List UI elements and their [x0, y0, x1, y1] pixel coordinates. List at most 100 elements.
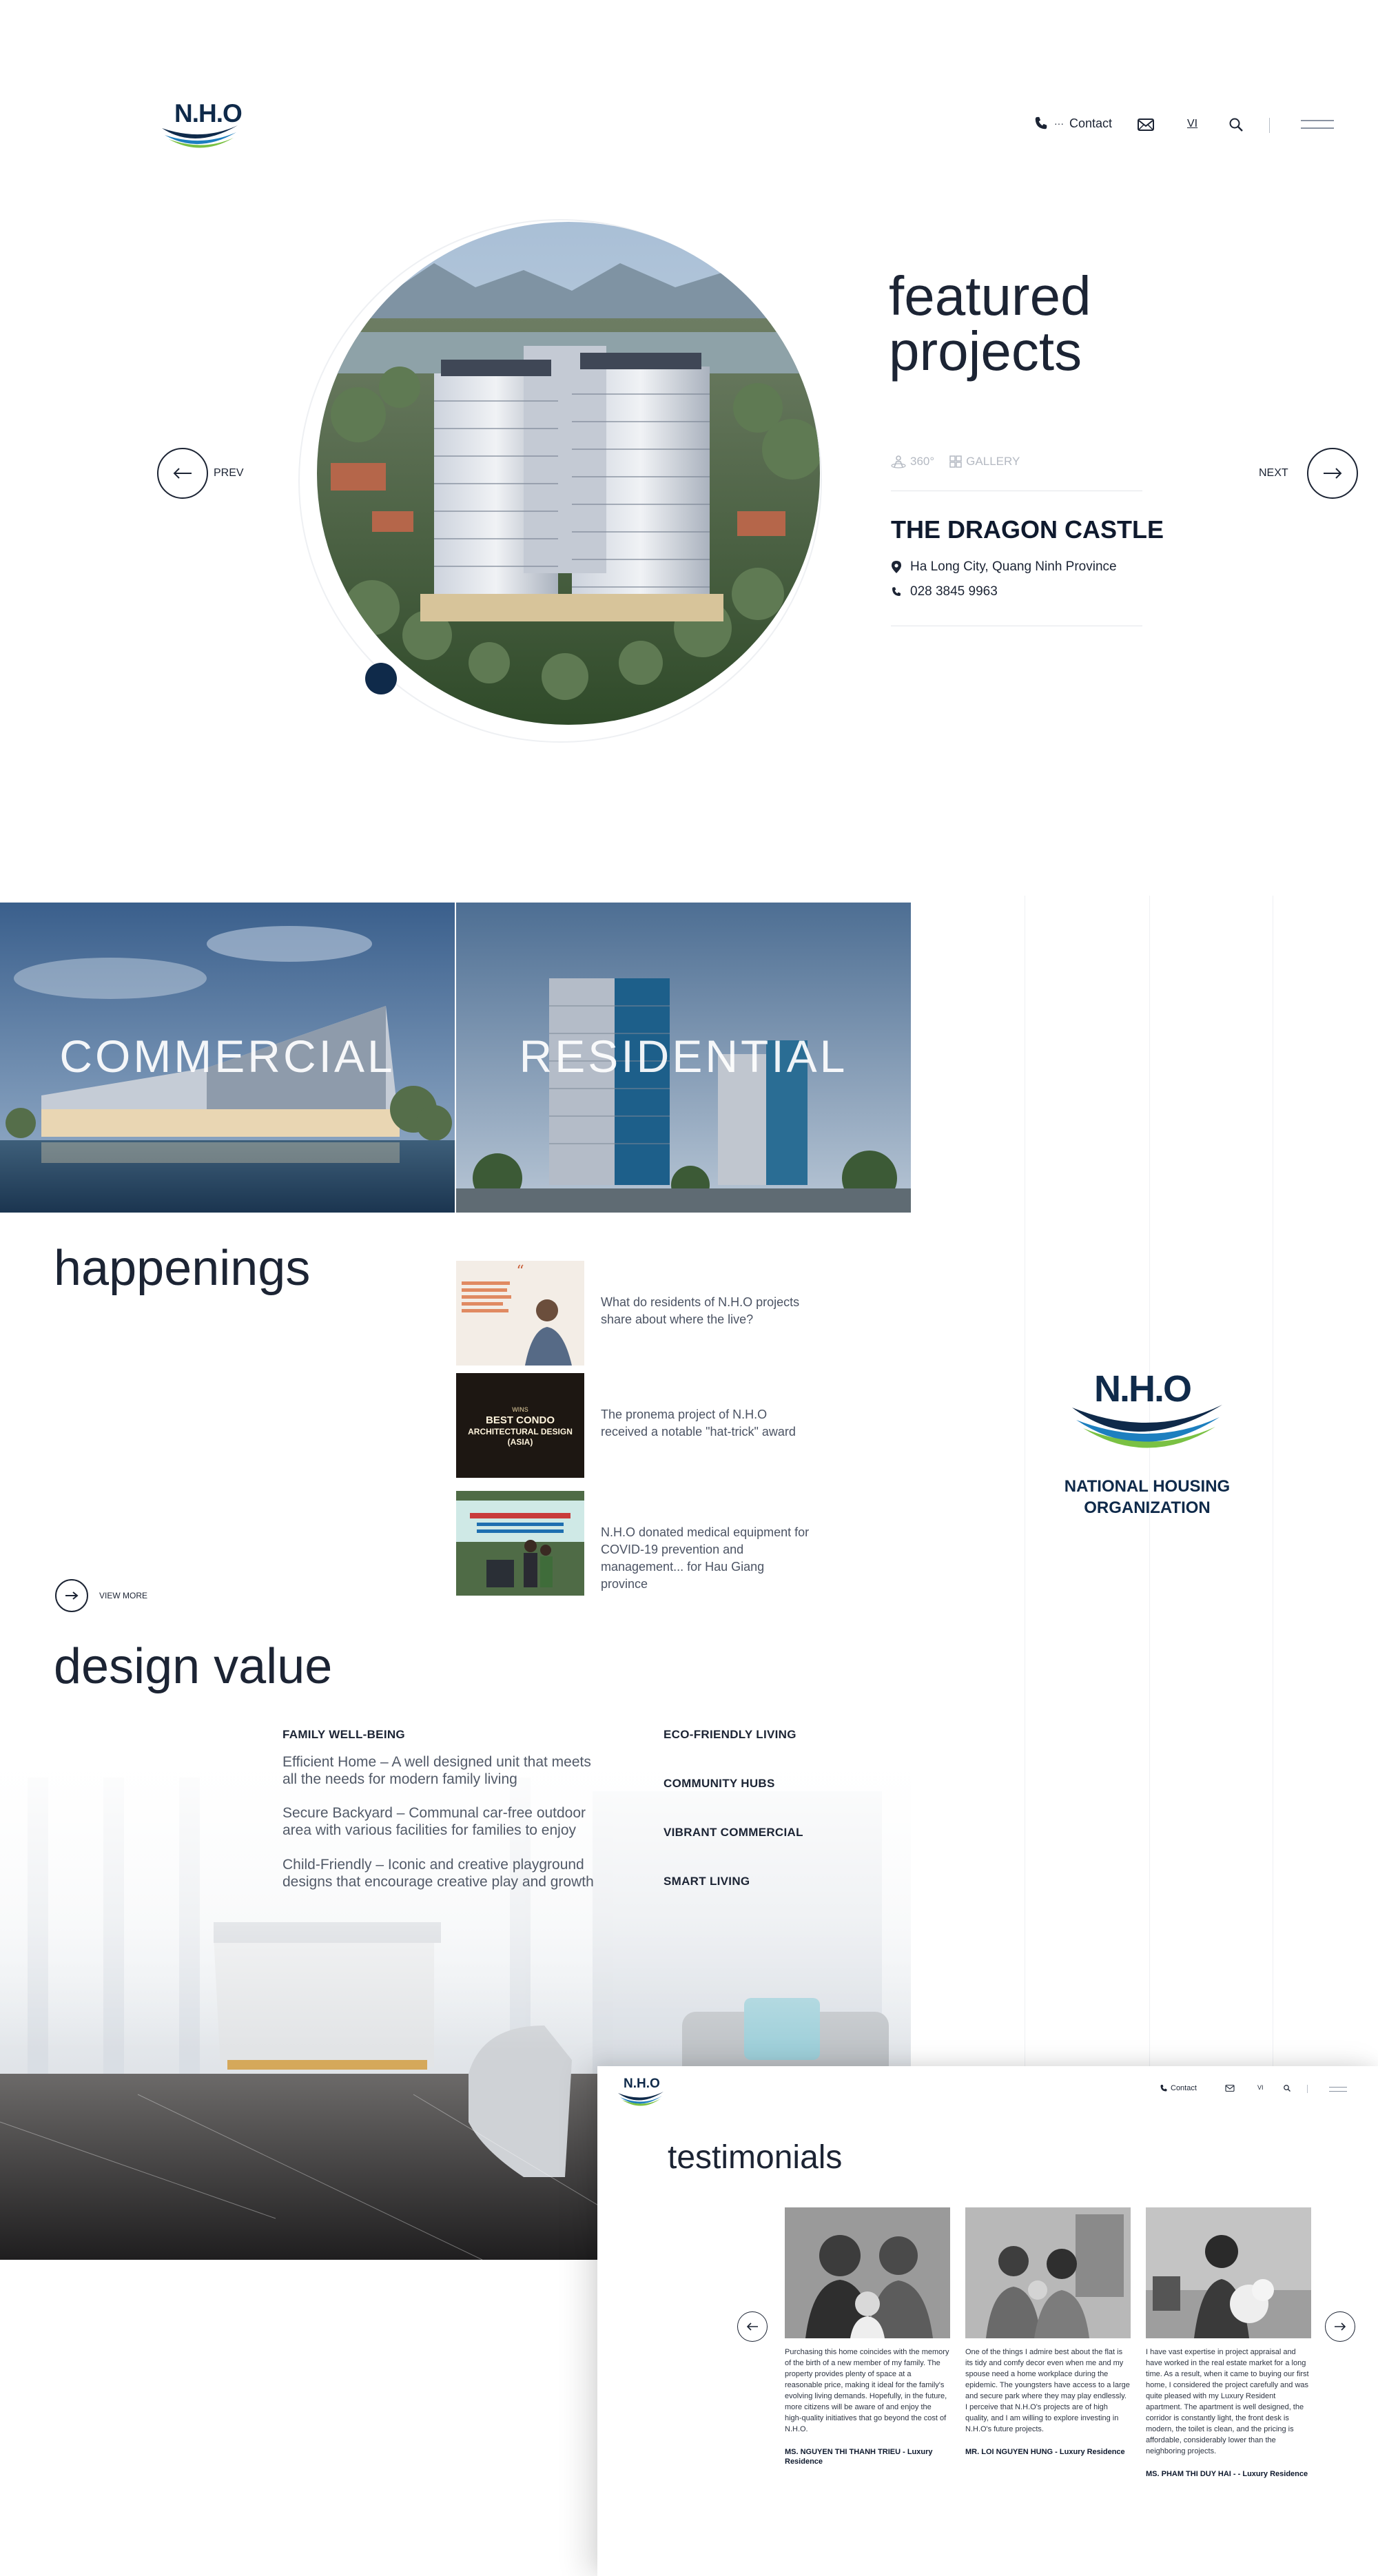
- phone-icon: [1160, 2085, 1167, 2092]
- hamburger-menu-button[interactable]: [1301, 120, 1334, 131]
- award-thumb-line: ARCHITECTURAL DESIGN: [468, 1427, 573, 1436]
- testimonial-card: Purchasing this home coincides with the …: [785, 2207, 950, 2466]
- tour-360-button[interactable]: 360°: [891, 455, 934, 468]
- happenings-title: happenings: [54, 1241, 311, 1296]
- contact-dots: ···: [1054, 118, 1064, 129]
- prev-label[interactable]: PREV: [214, 467, 244, 480]
- design-point: Efficient Home – A well designed unit th…: [282, 1754, 591, 1787]
- gallery-label: GALLERY: [966, 455, 1020, 468]
- family-photo: [965, 2207, 1131, 2338]
- phone-icon: [892, 587, 901, 596]
- view-more-circle: [55, 1579, 88, 1612]
- tw-contact-label: Contact: [1171, 2084, 1197, 2092]
- category-commercial-label: COMMERCIAL: [59, 1031, 395, 1082]
- dragon-castle-render: [317, 222, 820, 725]
- news-title: What do residents of N.H.O projects shar…: [601, 1295, 800, 1326]
- nav-divider: [1307, 2085, 1308, 2093]
- next-button[interactable]: [1307, 448, 1358, 499]
- design-heading-family[interactable]: FAMILY WELL-BEING: [282, 1728, 405, 1742]
- next-label[interactable]: NEXT: [1259, 467, 1288, 480]
- design-point: Child-Friendly – Iconic and creative pla…: [282, 1857, 594, 1890]
- testimonial-photo: [785, 2207, 950, 2338]
- prev-button[interactable]: [157, 448, 208, 499]
- menu-line: [1329, 2091, 1347, 2092]
- svg-text:“: “: [516, 1263, 524, 1280]
- gallery-button[interactable]: GALLERY: [949, 455, 1020, 468]
- tw-search-button[interactable]: [1283, 2084, 1291, 2094]
- org-name-line2: ORGANIZATION: [1084, 1498, 1211, 1517]
- news-title: The pronema project of N.H.O received a …: [601, 1408, 796, 1439]
- featured-project-image[interactable]: [317, 222, 820, 725]
- tw-language-switch[interactable]: VI: [1257, 2084, 1264, 2091]
- search-icon: [1229, 118, 1243, 132]
- featured-title-line2: projects: [889, 320, 1082, 382]
- tw-menu-button[interactable]: [1329, 2087, 1347, 2092]
- nav-divider: [1269, 118, 1270, 133]
- design-heading-community[interactable]: COMMUNITY HUBS: [664, 1777, 775, 1791]
- tw-mail-button[interactable]: [1224, 2084, 1235, 2094]
- testimonial-text: One of the things I admire best about th…: [965, 2348, 1130, 2433]
- arrow-right-icon: [65, 1591, 79, 1600]
- design-heading-commercial[interactable]: VIBRANT COMMERCIAL: [664, 1826, 803, 1840]
- logo-swoosh-icon: [162, 125, 238, 148]
- 360-view-icon: [891, 455, 906, 468]
- arrow-left-icon: [746, 2322, 758, 2331]
- arrow-left-icon: [173, 468, 192, 479]
- testimonial-photo: [1146, 2207, 1311, 2338]
- testimonial-photo: [965, 2207, 1131, 2338]
- mail-button[interactable]: [1137, 117, 1155, 136]
- gallery-grid-icon: [949, 455, 962, 468]
- testimonials-next-button[interactable]: [1325, 2311, 1355, 2342]
- logo-swoosh-icon: [618, 2092, 664, 2106]
- design-heading-eco[interactable]: ECO-FRIENDLY LIVING: [664, 1728, 796, 1742]
- category-residential-label: RESIDENTIAL: [519, 1031, 848, 1082]
- nho-logo-large: N.H.O: [1068, 1368, 1226, 1457]
- testimonial-author: MS. NGUYEN THI THANH TRIEU - Luxury Resi…: [785, 2448, 933, 2466]
- featured-title-line1: featured: [889, 265, 1091, 327]
- testimonials-preview-window: N.H.O Contact VI testimonials Purchasing…: [597, 2066, 1378, 2576]
- award-thumb-line: BEST CONDO: [485, 1414, 555, 1426]
- project-tools: 360° GALLERY: [891, 455, 1020, 468]
- tw-contact-link[interactable]: Contact: [1160, 2084, 1197, 2092]
- testimonials-prev-button[interactable]: [737, 2311, 768, 2342]
- contact-link[interactable]: ··· Contact: [1034, 116, 1112, 131]
- news-thumbnail: [456, 1491, 584, 1596]
- design-heading-smart[interactable]: SMART LIVING: [664, 1875, 750, 1888]
- project-name[interactable]: THE DRAGON CASTLE: [891, 515, 1164, 544]
- news-item[interactable]: WINS BEST CONDO ARCHITECTURAL DESIGN (AS…: [456, 1373, 828, 1478]
- family-photo: [785, 2207, 950, 2338]
- search-icon: [1284, 2085, 1290, 2092]
- project-phone-text: 028 3845 9963: [910, 584, 998, 599]
- category-commercial[interactable]: COMMERCIAL: [0, 903, 455, 1213]
- woman-with-dog-photo: [1146, 2207, 1311, 2338]
- testimonial-text: I have vast expertise in project apprais…: [1146, 2348, 1309, 2455]
- arrow-right-icon: [1335, 2322, 1346, 2331]
- menu-line: [1329, 2087, 1347, 2088]
- news-thumbnail: WINS BEST CONDO ARCHITECTURAL DESIGN (AS…: [456, 1373, 584, 1478]
- org-name-line1: NATIONAL HOUSING: [1064, 1477, 1231, 1496]
- organization-name: NATIONAL HOUSING ORGANIZATION: [1047, 1476, 1247, 1518]
- news-item[interactable]: N.H.O donated medical equipment for COVI…: [456, 1491, 828, 1596]
- news-thumbnail: “: [456, 1261, 584, 1366]
- view-more-link[interactable]: VIEW MORE: [55, 1579, 147, 1612]
- news-item[interactable]: “ What do residents of N.H.O projects sh…: [456, 1261, 828, 1366]
- design-point: Secure Backyard – Communal car-free outd…: [282, 1805, 586, 1838]
- project-phone[interactable]: 028 3845 9963: [891, 584, 998, 599]
- arrow-right-icon: [1324, 468, 1342, 479]
- header-logo[interactable]: N.H.O: [161, 96, 243, 152]
- resident-quote-image: “: [456, 1261, 584, 1366]
- language-switch[interactable]: VI: [1187, 118, 1197, 130]
- tour-360-label: 360°: [910, 455, 935, 468]
- view-more-label: VIEW MORE: [99, 1591, 148, 1600]
- testimonial-author: MS. PHAM THI DUY HAI - - Luxury Residenc…: [1146, 2470, 1308, 2478]
- award-thumb-line: WINS: [512, 1406, 528, 1413]
- location-pin-icon: [892, 561, 901, 573]
- slider-indicator-dot[interactable]: [365, 663, 397, 694]
- category-residential[interactable]: RESIDENTIAL: [456, 903, 911, 1213]
- testimonial-card: I have vast expertise in project apprais…: [1146, 2207, 1311, 2479]
- phone-icon: [1035, 116, 1047, 130]
- testimonials-title: testimonials: [668, 2139, 843, 2176]
- testimonial-card: One of the things I admire best about th…: [965, 2207, 1131, 2457]
- mail-icon: [1138, 119, 1154, 131]
- search-button[interactable]: [1228, 116, 1244, 136]
